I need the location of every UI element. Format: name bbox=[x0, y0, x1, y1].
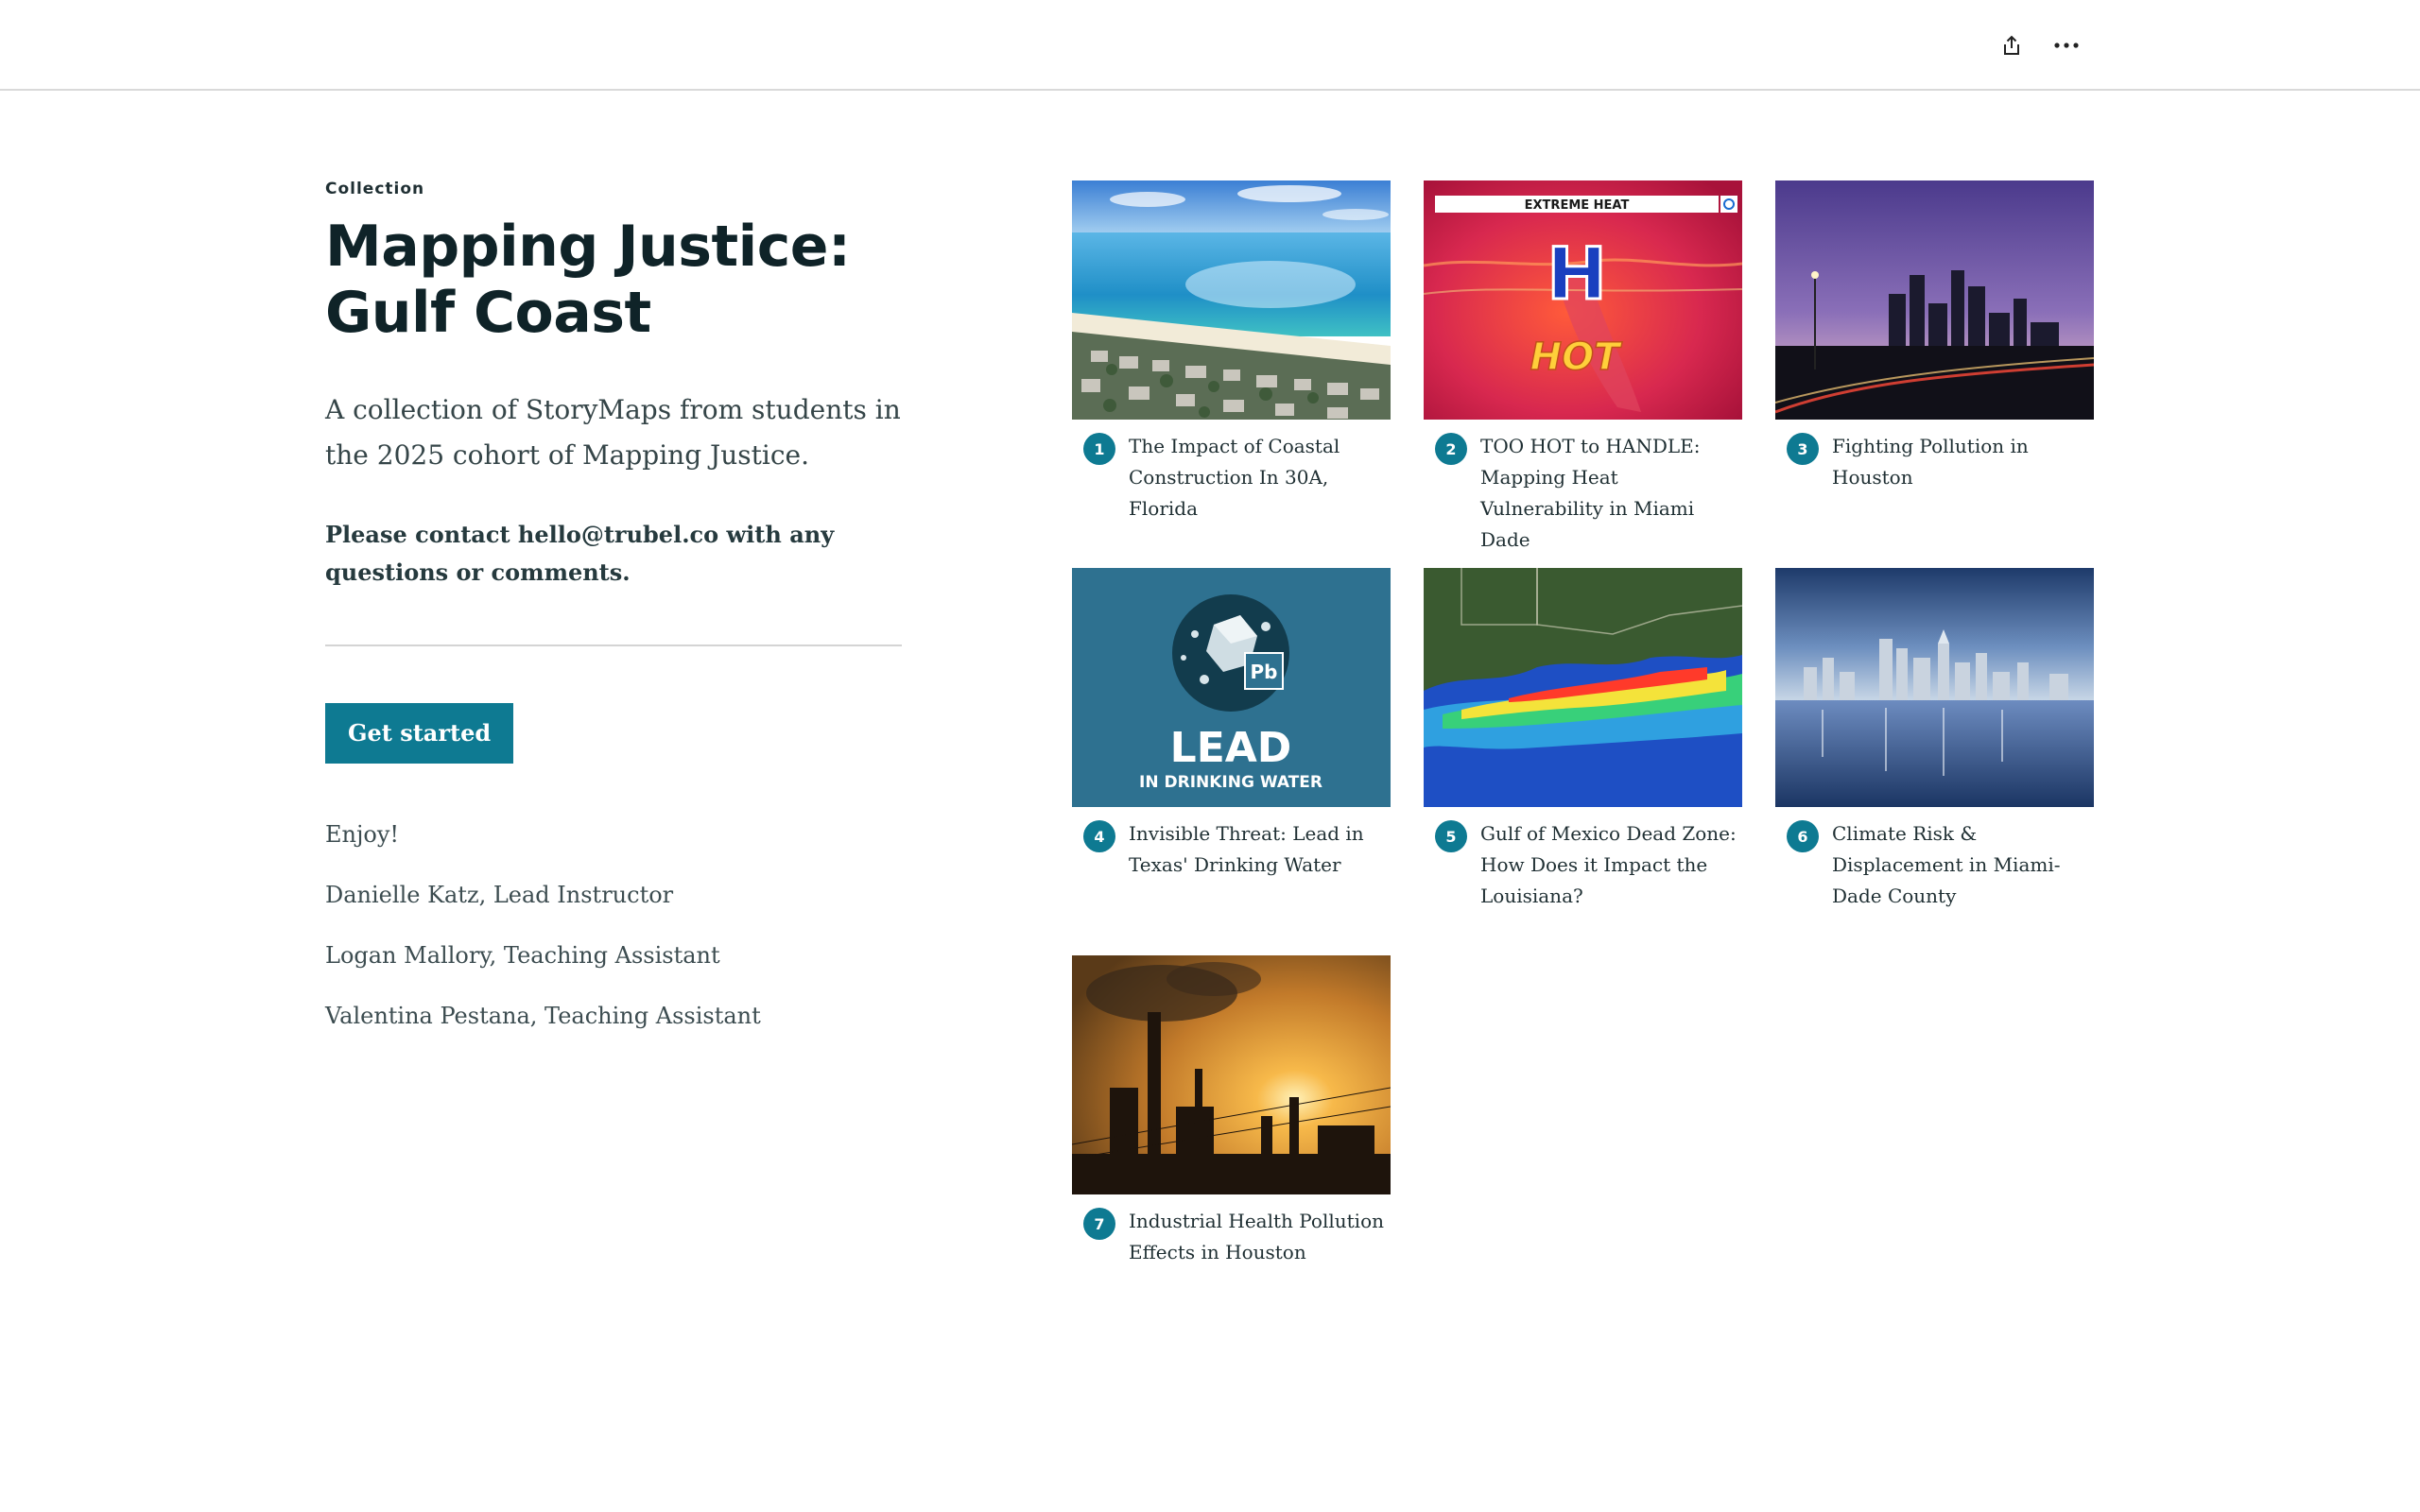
story-caption: 3 Fighting Pollution in Houston bbox=[1775, 431, 2094, 493]
story-title[interactable]: The Impact of Coastal Construction In 30… bbox=[1129, 431, 1389, 524]
story-number-badge: 6 bbox=[1787, 820, 1819, 852]
story-number-badge: 2 bbox=[1435, 433, 1467, 465]
story-thumbnail-lead-water-graphic: Pb LEAD IN DRINKING WATER bbox=[1072, 568, 1391, 807]
get-started-button[interactable]: Get started bbox=[325, 703, 514, 764]
story-thumbnail-gulf-dead-zone-map bbox=[1424, 568, 1742, 807]
story-number-badge: 3 bbox=[1787, 433, 1819, 465]
story-title[interactable]: Gulf of Mexico Dead Zone: How Does it Im… bbox=[1480, 818, 1740, 912]
note-lead-instructor: Danielle Katz, Lead Instructor bbox=[325, 882, 674, 908]
story-caption: 6 Climate Risk & Displacement in Miami-D… bbox=[1775, 818, 2094, 912]
story-card-7[interactable]: 7 Industrial Health Pollution Effects in… bbox=[1072, 955, 1391, 1343]
story-grid: 1 The Impact of Coastal Construction In … bbox=[1072, 180, 2097, 1343]
story-caption: 1 The Impact of Coastal Construction In … bbox=[1072, 431, 1391, 524]
collection-intro: Collection Mapping Justice: Gulf Coast A… bbox=[325, 180, 911, 1030]
story-number-badge: 5 bbox=[1435, 820, 1467, 852]
story-caption: 4 Invisible Threat: Lead in Texas' Drink… bbox=[1072, 818, 1391, 881]
note-enjoy: Enjoy! bbox=[325, 821, 400, 848]
story-card-5[interactable]: 5 Gulf of Mexico Dead Zone: How Does it … bbox=[1424, 568, 1742, 955]
story-card-1[interactable]: 1 The Impact of Coastal Construction In … bbox=[1072, 180, 1391, 568]
lead-subtitle-text: IN DRINKING WATER bbox=[1139, 773, 1322, 792]
story-thumbnail-houston-skyline-dusk bbox=[1775, 180, 2094, 420]
top-bar bbox=[0, 0, 2420, 91]
contact-text: Please contact hello@trubel.co with any … bbox=[325, 521, 835, 586]
story-card-3[interactable]: 3 Fighting Pollution in Houston bbox=[1775, 180, 2094, 568]
more-options-button[interactable] bbox=[2046, 25, 2087, 66]
heat-banner-text: EXTREME HEAT bbox=[1525, 198, 1630, 213]
story-thumbnail-coastal-aerial bbox=[1072, 180, 1391, 420]
story-card-6[interactable]: 6 Climate Risk & Displacement in Miami-D… bbox=[1775, 568, 2094, 955]
story-number-badge: 1 bbox=[1083, 433, 1115, 465]
heat-hot-word: HOT bbox=[1530, 335, 1622, 379]
story-caption: 2 TOO HOT to HANDLE: Mapping Heat Vulner… bbox=[1424, 431, 1742, 556]
share-button[interactable] bbox=[1991, 25, 2032, 66]
story-title[interactable]: Climate Risk & Displacement in Miami-Dad… bbox=[1832, 818, 2092, 912]
story-caption: 5 Gulf of Mexico Dead Zone: How Does it … bbox=[1424, 818, 1742, 912]
story-title[interactable]: Fighting Pollution in Houston bbox=[1832, 431, 2092, 493]
story-number-badge: 4 bbox=[1083, 820, 1115, 852]
story-card-2[interactable]: EXTREME HEAT H HOT 2 TOO HOT to HANDLE: … bbox=[1424, 180, 1742, 568]
story-title[interactable]: Invisible Threat: Lead in Texas' Drinkin… bbox=[1129, 818, 1389, 881]
story-thumbnail-extreme-heat-map: EXTREME HEAT H HOT bbox=[1424, 180, 1742, 420]
story-title[interactable]: Industrial Health Pollution Effects in H… bbox=[1129, 1206, 1389, 1268]
story-card-4[interactable]: Pb LEAD IN DRINKING WATER 4 Invisible Th… bbox=[1072, 568, 1391, 955]
lead-element-symbol: Pb bbox=[1251, 661, 1278, 683]
story-caption: 7 Industrial Health Pollution Effects in… bbox=[1072, 1206, 1391, 1268]
note-teaching-assistant-2: Valentina Pestana, Teaching Assistant bbox=[325, 1003, 761, 1029]
more-horizontal-icon bbox=[2054, 43, 2079, 48]
collection-kicker: Collection bbox=[325, 180, 425, 198]
page-title: Mapping Justice: Gulf Coast bbox=[325, 214, 851, 346]
share-icon bbox=[2004, 35, 2019, 55]
lead-title-text: LEAD bbox=[1170, 724, 1292, 772]
story-thumbnail-miami-skyline bbox=[1775, 568, 2094, 807]
note-teaching-assistant-1: Logan Mallory, Teaching Assistant bbox=[325, 942, 720, 969]
divider bbox=[325, 644, 902, 646]
heat-h-letter: H bbox=[1547, 232, 1607, 316]
collection-description: A collection of StoryMaps from students … bbox=[325, 394, 901, 471]
story-title[interactable]: TOO HOT to HANDLE: Mapping Heat Vulnerab… bbox=[1480, 431, 1740, 556]
story-number-badge: 7 bbox=[1083, 1208, 1115, 1240]
story-thumbnail-industrial-smokestack-sunset bbox=[1072, 955, 1391, 1194]
